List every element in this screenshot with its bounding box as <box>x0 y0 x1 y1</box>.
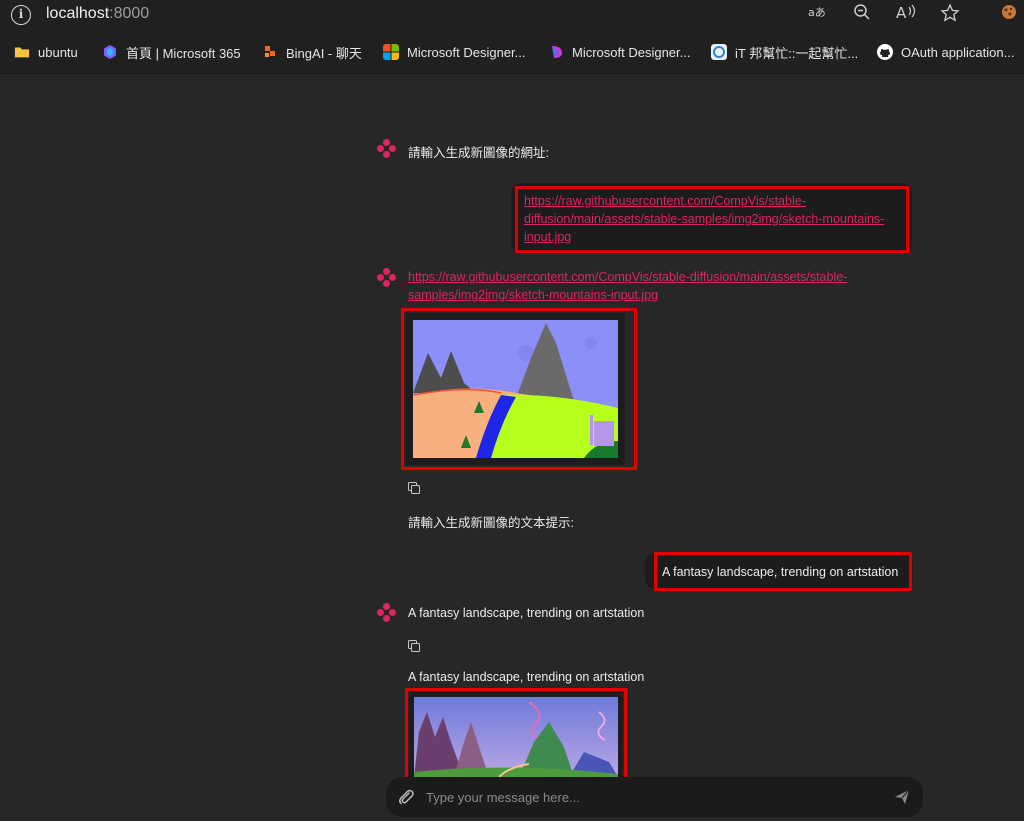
result-caption: A fantasy landscape, trending on artstat… <box>408 670 645 684</box>
url-host: localhost <box>46 5 110 22</box>
designer-icon <box>552 46 562 58</box>
bing-icon <box>265 46 275 57</box>
url-line: https://raw.githubusercontent.com/CompVi… <box>408 270 848 284</box>
message-composer <box>386 777 923 817</box>
bot-avatar-icon <box>377 603 397 623</box>
bookmark-m365[interactable]: 首頁 | Microsoft 365 <box>102 43 241 61</box>
url-line: input.jpg <box>524 230 572 244</box>
bookmark-oauth[interactable]: OAuth application... <box>877 43 1014 61</box>
user-url-link[interactable]: https://raw.githubusercontent.com/CompVi… <box>524 192 884 246</box>
bookmark-ithome[interactable]: iT 邦幫忙::一起幫忙... <box>711 43 858 61</box>
bookmark-label: BingAI - 聊天 <box>286 45 362 61</box>
extension-icon[interactable] <box>996 3 1022 27</box>
message-input[interactable] <box>426 787 866 807</box>
sketch-image <box>406 313 625 465</box>
zoom-icon[interactable] <box>849 3 875 27</box>
bookmark-label: OAuth application... <box>901 44 1015 60</box>
url-port: :8000 <box>109 5 150 22</box>
svg-text:A: A <box>896 4 907 21</box>
bookmark-label: Microsoft Designer... <box>407 44 526 60</box>
url-line: samples/img2img/sketch-mountains-input.j… <box>408 288 659 302</box>
ithome-icon <box>711 44 727 60</box>
info-icon[interactable]: i <box>11 5 31 25</box>
m365-icon <box>104 45 116 59</box>
send-icon[interactable] <box>894 789 910 805</box>
url-line: diffusion/main/assets/stable-samples/img… <box>524 212 885 226</box>
svg-text:aあ: aあ <box>808 6 826 19</box>
github-icon <box>877 44 893 60</box>
bookmark-label: ubuntu <box>38 44 78 60</box>
user-message: A fantasy landscape, trending on artstat… <box>662 565 899 579</box>
bookmark-designer-2[interactable]: Microsoft Designer... <box>548 43 691 61</box>
bookmark-label: iT 邦幫忙::一起幫忙... <box>735 45 859 61</box>
folder-icon <box>14 47 30 58</box>
bot-message: 請輸入生成新圖像的網址: <box>408 146 549 160</box>
bot-url-link[interactable]: https://raw.githubusercontent.com/CompVi… <box>408 268 847 304</box>
bookmark-ubuntu[interactable]: ubuntu <box>14 43 78 61</box>
bookmark-bingai[interactable]: BingAI - 聊天 <box>262 43 362 61</box>
bookmarks-bar: ubuntu 首頁 | Microsoft 365 BingAI - 聊天 Mi… <box>0 30 1024 74</box>
bot-message: 請輸入生成新圖像的文本提示: <box>408 516 574 530</box>
favorite-icon[interactable] <box>937 3 963 27</box>
microsoft-icon <box>383 44 399 60</box>
bookmark-designer-1[interactable]: Microsoft Designer... <box>383 43 526 61</box>
copy-icon[interactable] <box>408 482 420 494</box>
translate-icon[interactable]: aあ <box>805 3 831 27</box>
copy-icon[interactable] <box>408 640 420 652</box>
url-line: https://raw.githubusercontent.com/CompVi… <box>524 194 806 208</box>
bot-message: A fantasy landscape, trending on artstat… <box>408 606 645 620</box>
address-bar: i localhost:8000 aあ A <box>0 0 1024 30</box>
result-image <box>409 692 623 780</box>
bookmark-label: Microsoft Designer... <box>572 44 691 60</box>
read-aloud-icon[interactable]: A <box>893 3 919 27</box>
url-field[interactable]: localhost:8000 <box>46 5 149 23</box>
bot-avatar-icon <box>377 268 397 288</box>
bookmark-label: 首頁 | Microsoft 365 <box>126 45 241 61</box>
paperclip-icon[interactable] <box>397 788 415 806</box>
bot-avatar-icon <box>377 139 397 159</box>
